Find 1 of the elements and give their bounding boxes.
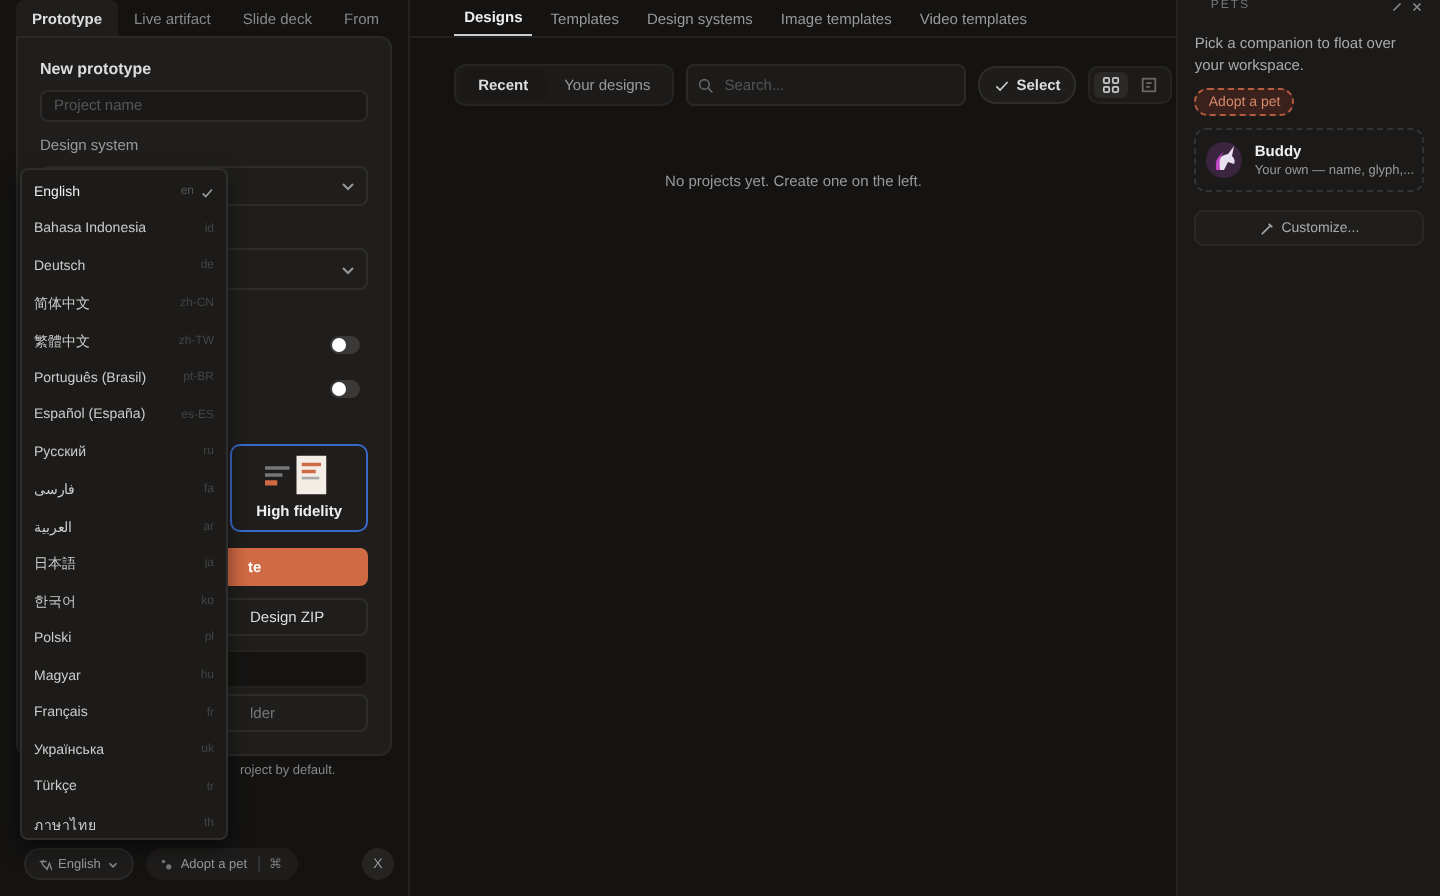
panel-title: New prototype	[40, 60, 154, 78]
